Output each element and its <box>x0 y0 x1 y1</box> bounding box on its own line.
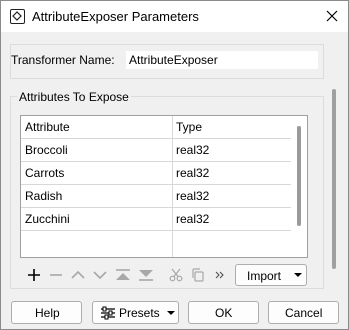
transformer-name-input[interactable] <box>126 51 318 69</box>
move-bottom-icon <box>139 270 153 281</box>
table-scrollbar[interactable] <box>297 126 301 226</box>
table-toolbar: Import <box>21 264 321 286</box>
window-title: AttributeExposer Parameters <box>32 9 199 24</box>
presets-icon <box>101 306 115 320</box>
close-button[interactable] <box>319 4 345 28</box>
move-up-button[interactable] <box>68 264 88 286</box>
remove-button[interactable] <box>46 264 66 286</box>
type-cell[interactable]: real32 <box>176 208 209 231</box>
copy-button[interactable] <box>188 264 208 286</box>
ok-button[interactable]: OK <box>188 301 259 324</box>
parameters-panel: Transformer Name: Attributes To Expose A… <box>1 32 348 292</box>
import-button[interactable]: Import <box>235 264 307 286</box>
type-cell[interactable]: real32 <box>176 162 209 185</box>
move-top-icon <box>116 269 130 280</box>
attribute-cell[interactable]: Broccoli <box>25 139 68 162</box>
cancel-button-label: Cancel <box>285 306 323 320</box>
type-cell[interactable]: real32 <box>176 139 209 162</box>
chevron-down-icon <box>167 311 175 315</box>
attributes-group-title: Attributes To Expose <box>17 90 131 104</box>
attribute-cell[interactable]: Zucchini <box>25 208 70 231</box>
move-up-icon <box>71 270 85 279</box>
attributes-table[interactable]: Attribute Type Broccoli real32 Carrots r… <box>20 115 308 258</box>
add-button[interactable] <box>24 264 44 286</box>
type-cell[interactable]: real32 <box>176 185 209 208</box>
help-button-label: Help <box>35 306 60 320</box>
remove-icon <box>50 274 62 276</box>
attribute-cell[interactable]: Radish <box>25 185 62 208</box>
table-row[interactable]: Broccoli real32 <box>21 139 291 162</box>
cancel-button[interactable]: Cancel <box>268 301 339 324</box>
move-bottom-button[interactable] <box>136 264 156 286</box>
more-icon <box>215 271 224 279</box>
column-header-type[interactable]: Type <box>176 116 202 139</box>
copy-icon <box>192 268 204 282</box>
import-button-label: Import <box>247 269 282 283</box>
column-header-attribute[interactable]: Attribute <box>25 116 70 139</box>
dialog-window: AttributeExposer Parameters Transformer … <box>0 0 349 330</box>
attribute-cell[interactable]: Carrots <box>25 162 64 185</box>
table-header-row: Attribute Type <box>21 116 291 139</box>
presets-button-label: Presets <box>119 306 160 320</box>
transformer-name-label: Transformer Name: <box>11 53 115 67</box>
transformer-icon <box>10 9 25 24</box>
cut-icon <box>169 268 183 282</box>
chevron-down-icon <box>294 273 302 277</box>
cut-button[interactable] <box>166 264 186 286</box>
table-row[interactable]: Radish real32 <box>21 185 291 208</box>
move-down-icon <box>93 271 107 280</box>
add-icon <box>28 269 40 281</box>
table-row[interactable]: Zucchini real32 <box>21 208 291 231</box>
move-top-button[interactable] <box>113 264 133 286</box>
more-button[interactable] <box>210 264 230 286</box>
move-down-button[interactable] <box>90 264 110 286</box>
presets-button[interactable]: Presets <box>92 301 179 324</box>
ok-button-label: OK <box>215 306 233 320</box>
help-button[interactable]: Help <box>11 301 82 324</box>
table-row-empty[interactable] <box>21 231 291 254</box>
close-icon <box>326 10 338 22</box>
title-bar: AttributeExposer Parameters <box>1 1 348 32</box>
dialog-footer: Help Presets OK Cancel <box>1 292 348 329</box>
panel-scrollbar[interactable] <box>332 89 336 269</box>
table-row[interactable]: Carrots real32 <box>21 162 291 185</box>
